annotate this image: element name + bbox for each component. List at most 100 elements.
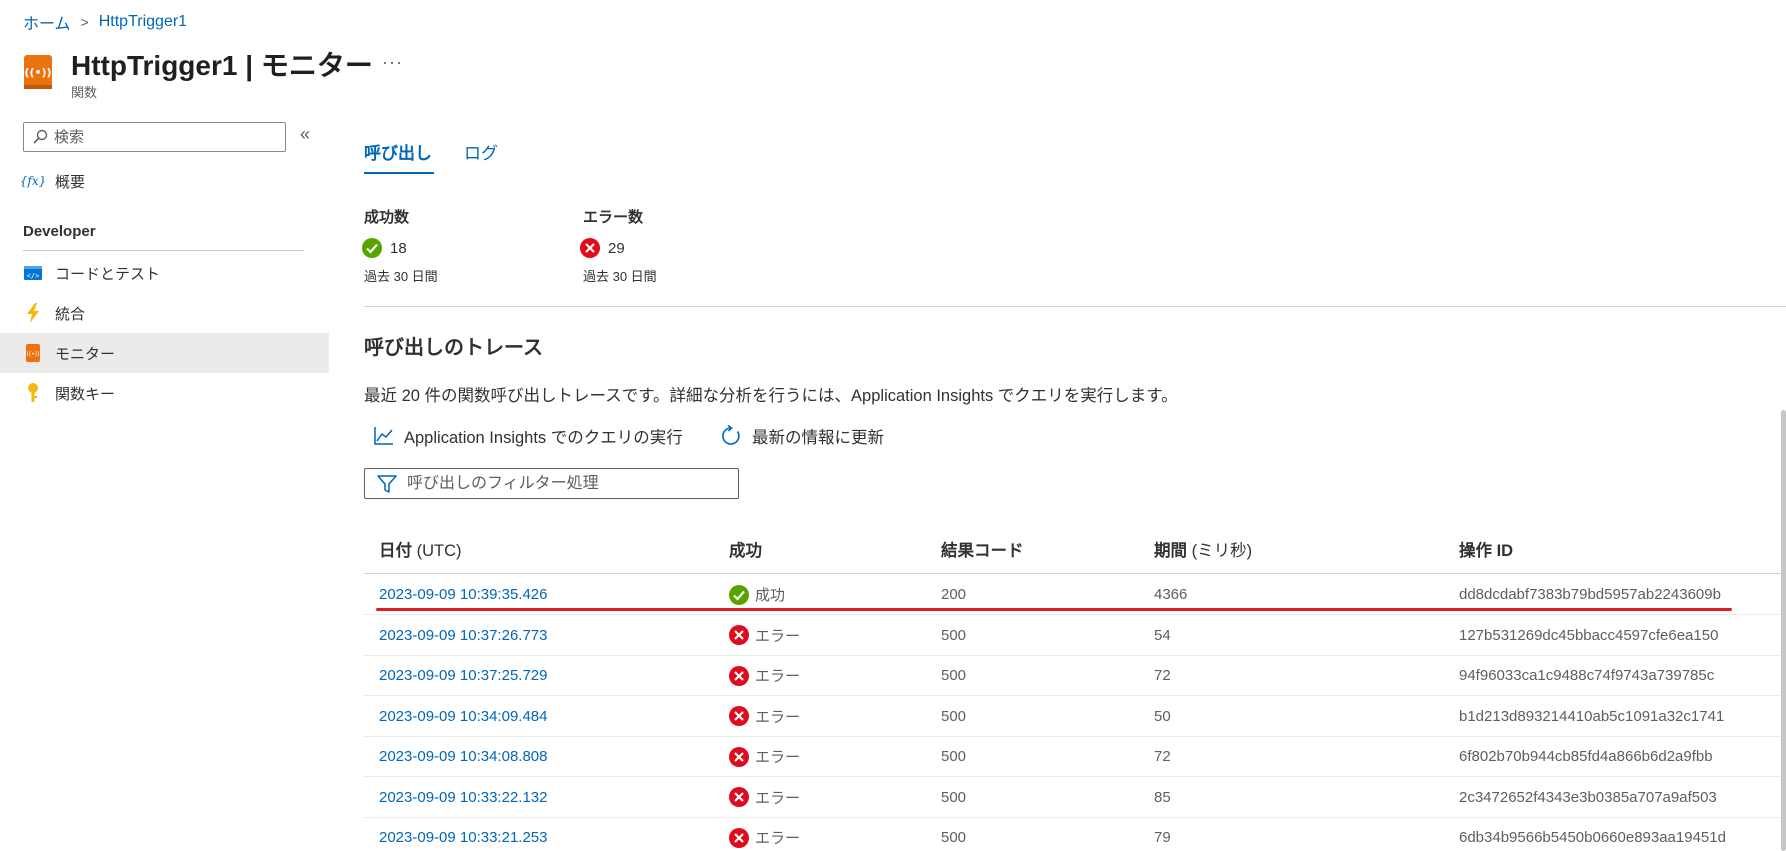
table-row[interactable]: 2023-09-09 10:37:25.729 エラー 500 72 94f96033c…	[364, 656, 1786, 696]
error-x-icon	[729, 665, 749, 686]
header-duration[interactable]: 期間 (ミリ秒)	[1154, 537, 1252, 561]
sidebar-item-label: 関数キー	[55, 385, 116, 403]
refresh-button[interactable]: 最新の情報に更新	[720, 424, 884, 448]
row-operation-id: dd8dcdabf7383b79bd5957ab2243609b	[1459, 586, 1721, 603]
row-date-link[interactable]: 2023-09-09 10:34:08.808	[379, 748, 547, 765]
row-duration: 72	[1154, 748, 1171, 765]
refresh-icon	[722, 425, 740, 445]
row-date-link[interactable]: 2023-09-09 10:33:22.132	[379, 789, 547, 806]
row-date-link[interactable]: 2023-09-09 10:37:25.729	[379, 667, 547, 684]
breadcrumb-current[interactable]: HttpTrigger1	[99, 13, 187, 31]
lightning-icon	[23, 303, 43, 323]
sidebar-item-label: 概要	[55, 173, 86, 191]
monitor-icon: ((•))	[23, 343, 43, 363]
header-date[interactable]: 日付 (UTC)	[379, 537, 461, 561]
sidebar-section-developer: Developer	[23, 223, 96, 240]
sidebar-item-label: 統合	[55, 305, 86, 323]
search-icon	[33, 129, 48, 144]
page-subtitle: 関数	[71, 85, 98, 100]
row-operation-id: b1d213d893214410ab5c1091a32c1741	[1459, 707, 1725, 725]
row-status: エラー	[729, 665, 800, 686]
table-row[interactable]: 2023-09-09 10:33:22.132 エラー 500 85 2c3472652…	[364, 778, 1786, 818]
page-title: HttpTrigger1 | モニター	[71, 50, 373, 81]
chart-line-icon	[374, 427, 393, 445]
section-divider	[364, 306, 1786, 307]
row-status: エラー	[729, 746, 800, 767]
sidebar-divider	[23, 250, 304, 251]
row-status: エラー	[729, 625, 800, 646]
table-row[interactable]: 2023-09-09 10:34:08.808 エラー 500 72 6f802b70b…	[364, 737, 1786, 777]
svg-text:((•)): ((•))	[24, 66, 51, 79]
row-operation-id: 127b531269dc45bbacc4597cfe6ea150	[1459, 626, 1719, 644]
success-check-icon	[362, 238, 382, 258]
row-status: 成功	[729, 584, 785, 605]
breadcrumb-home[interactable]: ホーム	[23, 10, 71, 34]
success-count-label: 成功数	[364, 209, 410, 226]
error-period: 過去 30 日間	[583, 269, 657, 284]
trace-section-title: 呼び出しのトレース	[364, 337, 543, 359]
monitor-icon: ((•))	[23, 55, 53, 91]
row-operation-id: 2c3472652f4343e3b0385a707a9af503	[1459, 788, 1717, 806]
row-status-label: エラー	[755, 627, 801, 645]
row-date-link[interactable]: 2023-09-09 10:37:26.773	[379, 627, 547, 644]
header-success[interactable]: 成功	[729, 537, 762, 561]
error-x-icon	[729, 706, 749, 726]
tab-invocations[interactable]: 呼び出し	[364, 139, 432, 164]
sidebar-search[interactable]	[23, 122, 286, 152]
row-result-code: 500	[941, 626, 967, 644]
sidebar-item-code-test[interactable]: </> コードとテスト	[0, 253, 329, 293]
row-result-code: 500	[941, 788, 967, 806]
row-date-link[interactable]: 2023-09-09 10:39:35.426	[379, 586, 547, 603]
sidebar-search-input[interactable]	[54, 128, 274, 146]
sidebar-item-integration[interactable]: 統合	[0, 293, 329, 333]
sidebar-item-monitor[interactable]: ((•)) モニター	[0, 333, 329, 373]
collapse-sidebar-button[interactable]: «	[300, 124, 310, 145]
error-x-icon	[729, 827, 749, 848]
sidebar-item-overview[interactable]: {fx} 概要	[0, 161, 329, 201]
tab-logs[interactable]: ログ	[464, 139, 498, 164]
error-count: 29	[580, 238, 625, 258]
sidebar-item-label: モニター	[55, 345, 116, 363]
row-duration: 50	[1154, 707, 1171, 725]
success-period: 過去 30 日間	[364, 269, 438, 284]
more-options-button[interactable]: ···	[382, 52, 403, 73]
row-result-code: 500	[941, 707, 967, 725]
row-status: エラー	[729, 827, 800, 848]
row-duration: 79	[1154, 829, 1171, 846]
row-date-link[interactable]: 2023-09-09 10:34:09.484	[379, 708, 547, 725]
row-status-label: エラー	[755, 708, 801, 726]
row-status: エラー	[729, 787, 800, 808]
row-result-code: 500	[941, 748, 967, 765]
row-result-code: 500	[941, 829, 967, 846]
filter-input[interactable]	[407, 474, 727, 493]
table-row[interactable]: 2023-09-09 10:37:26.773 エラー 500 54 127b53126…	[364, 616, 1786, 656]
code-icon: </>	[23, 263, 43, 283]
error-x-icon	[729, 787, 749, 807]
sidebar-item-label: コードとテスト	[55, 265, 161, 283]
row-status: エラー	[729, 706, 800, 727]
error-x-icon	[729, 625, 749, 645]
svg-text:((•)): ((•))	[27, 351, 40, 358]
sidebar-item-function-keys[interactable]: 関数キー	[0, 373, 329, 413]
row-date-link[interactable]: 2023-09-09 10:33:21.253	[379, 829, 547, 846]
header-result-code[interactable]: 結果コード	[941, 537, 1024, 561]
active-tab-indicator	[364, 172, 434, 174]
row-status-label: エラー	[755, 830, 801, 847]
run-query-button[interactable]: Application Insights でのクエリの実行	[374, 424, 683, 448]
table-row[interactable]: 2023-09-09 10:33:21.253 エラー 500 79 6db34b956…	[364, 818, 1786, 851]
function-icon: {fx}	[19, 174, 47, 188]
breadcrumb: ホーム > HttpTrigger1	[23, 10, 187, 34]
svg-text:</>: </>	[27, 272, 40, 280]
header-operation-id[interactable]: 操作 ID	[1459, 537, 1513, 561]
success-count: 18	[362, 238, 407, 258]
invocation-filter[interactable]	[364, 468, 739, 499]
row-operation-id: 6db34b9566b5450b0660e893aa19451d	[1459, 829, 1726, 846]
table-row[interactable]: 2023-09-09 10:34:09.484 エラー 500 50 b1d213d89…	[364, 697, 1786, 737]
error-count-label: エラー数	[583, 209, 644, 226]
scrollbar[interactable]	[1781, 410, 1786, 851]
row-duration: 72	[1154, 667, 1171, 684]
row-duration: 4366	[1154, 586, 1188, 603]
breadcrumb-chevron-icon: >	[80, 14, 89, 30]
error-x-icon	[729, 746, 749, 767]
row-operation-id: 94f96033ca1c9488c74f9743a739785c	[1459, 667, 1715, 684]
